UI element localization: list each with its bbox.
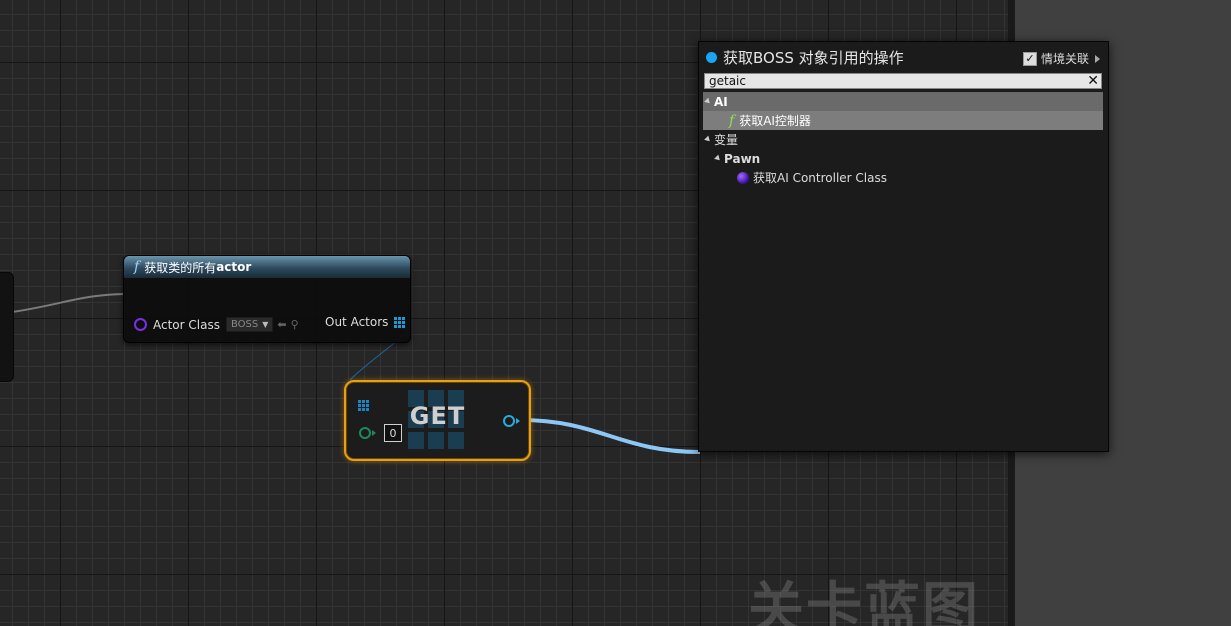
output-pin-icon[interactable]: [503, 415, 515, 427]
category-variables[interactable]: 变量: [703, 130, 1103, 149]
action-menu-title: 获取BOSS 对象引用的操作: [723, 48, 904, 67]
actor-class-label: Actor Class: [153, 317, 220, 332]
category-variables-label: 变量: [714, 133, 739, 147]
context-sensitive-label: 情境关联: [1040, 52, 1089, 66]
exec-wire: [11, 293, 124, 313]
node-title-bold: actor: [216, 260, 252, 274]
actor-class-dropdown[interactable]: BOSS ▼: [225, 317, 274, 332]
actor-class-pin-row: Actor Class BOSS ▼ ⬅ ⚲: [134, 317, 299, 332]
context-sensitive-toggle[interactable]: ✓ 情境关联: [1022, 50, 1100, 67]
context-sensitive-checkbox[interactable]: ✓: [1022, 51, 1037, 66]
level-blueprint-watermark: 关卡蓝图: [748, 577, 980, 626]
category-ai[interactable]: AI: [703, 92, 1103, 111]
out-actors-label: Out Actors: [325, 315, 389, 329]
action-item-get-ai-controller-class[interactable]: 获取AI Controller Class: [703, 168, 1103, 187]
category-ai-label: AI: [714, 94, 728, 109]
clear-search-icon[interactable]: ✕: [1087, 74, 1099, 88]
function-icon: f: [134, 259, 140, 275]
object-wire: [519, 418, 701, 454]
get-all-actors-of-class-node[interactable]: f 获取类的所有 actor Actor Class BOSS ▼ ⬅ ⚲ Out…: [123, 255, 411, 343]
get-node-label: GET: [409, 402, 466, 430]
class-pin-icon[interactable]: [134, 318, 147, 331]
function-icon: f: [729, 112, 735, 129]
subcategory-pawn[interactable]: Pawn: [703, 149, 1103, 168]
action-item-get-ai-controller[interactable]: f 获取AI控制器: [703, 111, 1103, 130]
search-input-container[interactable]: ✕: [704, 73, 1102, 89]
array-pin-icon[interactable]: [394, 316, 406, 328]
expand-arrow-icon[interactable]: [1095, 54, 1100, 63]
node-header: f 获取类的所有 actor: [124, 256, 410, 278]
dropdown-arrow-icon: ▼: [262, 320, 269, 329]
search-input[interactable]: [709, 74, 1079, 88]
collapse-caret-icon[interactable]: [704, 135, 712, 144]
out-actors-pin-row: Out Actors: [325, 315, 406, 329]
object-reference-icon: [706, 51, 717, 63]
collapse-caret-icon[interactable]: [704, 97, 712, 106]
use-selected-asset-icon[interactable]: ⬅: [277, 318, 286, 331]
collapse-caret-icon[interactable]: [714, 154, 722, 163]
get-array-node[interactable]: GET 0: [344, 380, 531, 461]
action-menu-header: 获取BOSS 对象引用的操作 ✓ 情境关联: [699, 42, 1108, 72]
action-item-label: 获取AI Controller Class: [753, 171, 887, 185]
output-pin-arrow-icon: [516, 418, 520, 424]
index-input[interactable]: 0: [384, 424, 402, 442]
actor-class-value: BOSS: [230, 319, 259, 330]
browse-icon[interactable]: ⚲: [291, 318, 299, 331]
partial-node-left[interactable]: [0, 272, 14, 382]
index-pin-icon[interactable]: [359, 427, 371, 439]
action-tree: AI f 获取AI控制器 变量 Pawn 获取AI Controller Cla…: [703, 92, 1103, 187]
subcategory-pawn-label: Pawn: [724, 151, 761, 166]
action-menu: 获取BOSS 对象引用的操作 ✓ 情境关联 ✕ AI f 获取AI控制器 变量 …: [698, 41, 1109, 452]
object-pin-icon: [737, 171, 749, 184]
node-title-prefix: 获取类的所有: [144, 260, 217, 275]
index-pin-arrow-icon: [372, 430, 376, 436]
action-item-label: 获取AI控制器: [739, 114, 811, 128]
